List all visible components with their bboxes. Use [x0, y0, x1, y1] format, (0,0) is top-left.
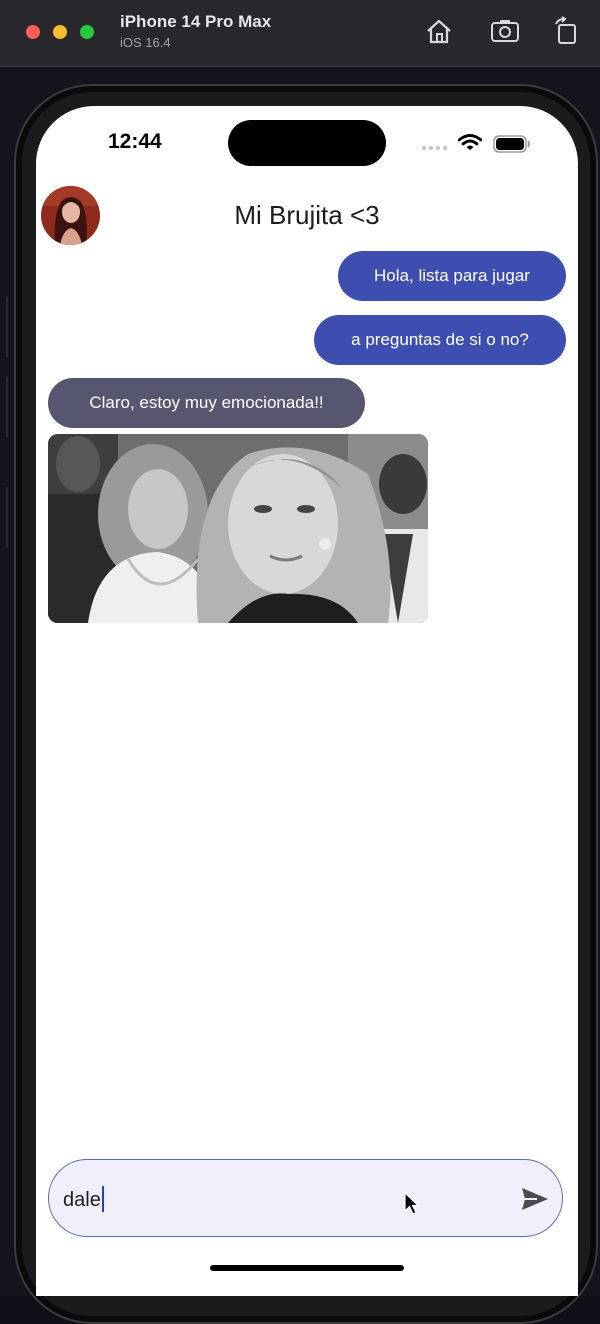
signal-dots-icon: [422, 146, 447, 150]
screenshot-button[interactable]: [489, 16, 519, 46]
send-button[interactable]: [521, 1187, 549, 1216]
send-icon: [522, 1188, 548, 1210]
mouse-pointer-icon: [404, 1192, 420, 1215]
sent-message-bubble[interactable]: a preguntas de si o no?: [314, 315, 566, 365]
home-indicator[interactable]: [210, 1265, 404, 1271]
battery-icon: [493, 135, 530, 153]
screenshot-icon: [491, 20, 519, 42]
message-input-text: dale: [63, 1186, 104, 1212]
received-message-bubble[interactable]: Claro, estoy muy emocionada!!: [48, 378, 365, 428]
home-button[interactable]: [424, 16, 454, 46]
editor-gutter-mark: [6, 487, 8, 547]
editor-gutter-mark: [6, 297, 8, 357]
text-caret: [101, 1186, 104, 1212]
zoom-window-button[interactable]: [80, 25, 94, 39]
simulator-toolbar: iPhone 14 Pro Max iOS 16.4: [0, 0, 600, 67]
chat-title: Mi Brujita <3: [234, 200, 380, 230]
device-name: iPhone 14 Pro Max: [120, 12, 272, 31]
close-window-button[interactable]: [26, 25, 40, 39]
rotate-icon: [555, 16, 576, 44]
status-time: 12:44: [108, 130, 162, 153]
message-input[interactable]: dale: [48, 1159, 563, 1237]
home-icon: [427, 19, 451, 44]
wifi-icon: [458, 134, 482, 150]
message-input-value: dale: [63, 1189, 101, 1211]
phone-screen: 12:44 Mi Brujita <3 Hola, lista para jug…: [36, 106, 578, 1296]
editor-gutter-mark: [6, 377, 8, 437]
dynamic-island: [228, 120, 386, 166]
minimize-window-button[interactable]: [53, 25, 67, 39]
sent-message-bubble[interactable]: Hola, lista para jugar: [338, 251, 566, 301]
os-version: iOS 16.4: [120, 35, 171, 50]
gif-picture: [48, 434, 428, 623]
rotate-button[interactable]: [552, 16, 582, 46]
received-gif-image[interactable]: [48, 434, 428, 623]
